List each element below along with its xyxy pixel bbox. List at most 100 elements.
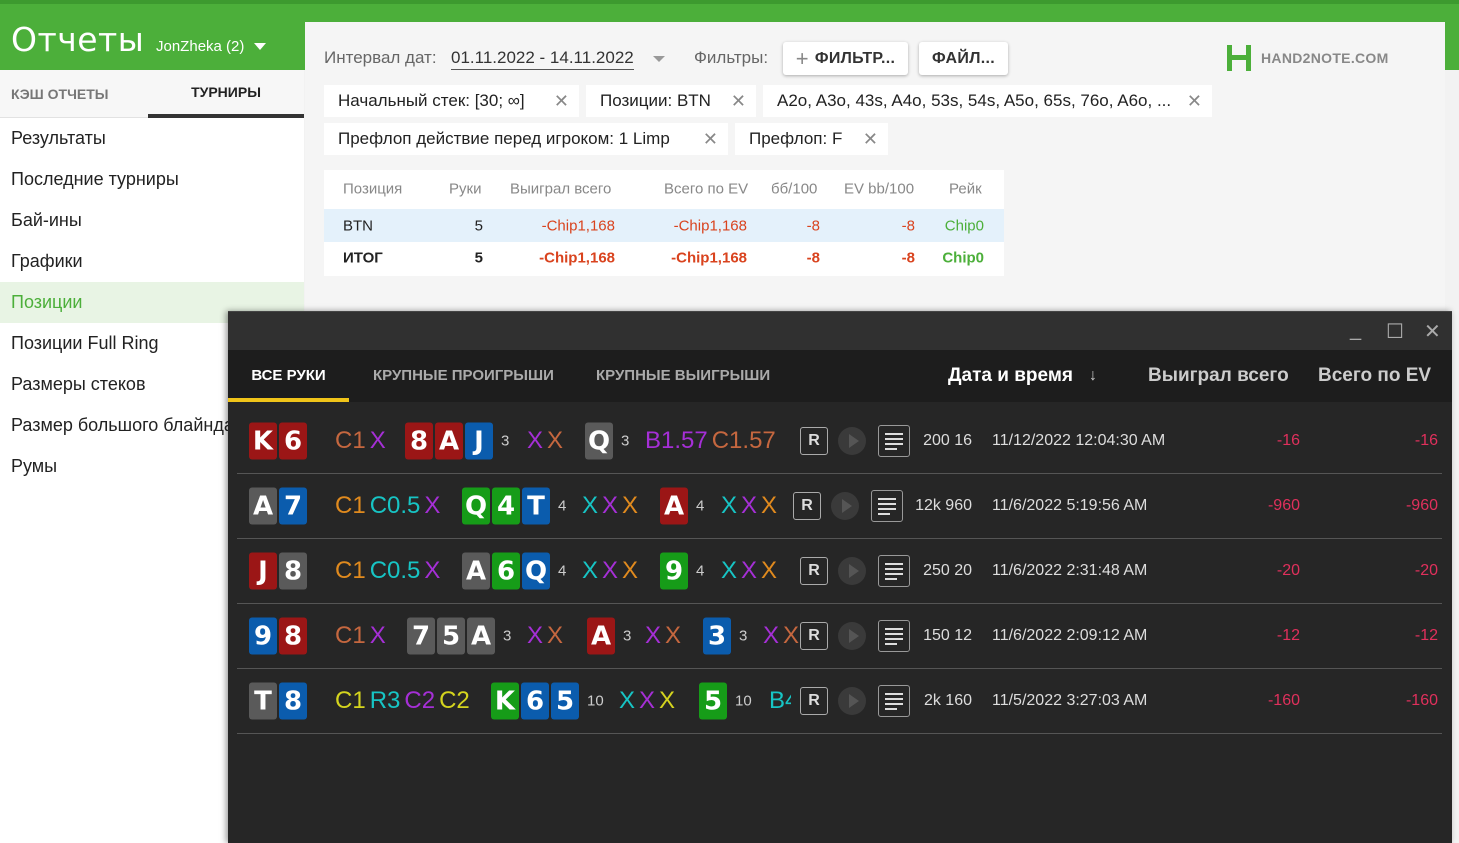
filter-chip-label: Префлоп действие перед игроком: 1 Limp: [338, 129, 670, 148]
action-token: X: [645, 622, 662, 649]
card: 8: [279, 617, 307, 655]
col-won-total[interactable]: Выиграл всего: [510, 180, 611, 197]
play-icon[interactable]: [838, 557, 866, 585]
table-row[interactable]: K 6 C1 X 8 A J 3 X X Q 3 B1.57 C1.57 R 200 16 11/12/2022…: [237, 409, 1442, 474]
date-interval-select[interactable]: 01.11.2022 - 14.11.2022: [451, 48, 634, 70]
play-triangle: [848, 564, 859, 578]
tab-tournaments[interactable]: ТУРНИРЫ: [148, 70, 304, 118]
hand-history-icon[interactable]: [878, 555, 910, 587]
minimize-icon[interactable]: _: [1350, 319, 1361, 342]
col-rake[interactable]: Рейк: [949, 180, 982, 197]
maximize-icon[interactable]: ☐: [1386, 319, 1404, 344]
logo: HAND2NOTE.COM: [1226, 44, 1389, 72]
col-position[interactable]: Позиция: [343, 180, 402, 197]
card: 5: [551, 682, 579, 720]
col-total-ev[interactable]: Всего по EV: [1318, 350, 1431, 402]
action-token: C1: [335, 557, 366, 584]
menu-item-recent-tournaments[interactable]: Последние турниры: [0, 159, 304, 200]
file-button[interactable]: ФАЙЛ...: [919, 42, 1008, 75]
turn-actions: XXX: [721, 492, 777, 520]
col-ev-bb100[interactable]: EV bb/100: [844, 180, 914, 197]
window-titlebar[interactable]: _ ☐ ✕: [228, 312, 1452, 350]
filter-chip-label: A2o, A3o, 43s, A4o, 53s, 54s, A5o, 65s, …: [777, 91, 1172, 110]
col-datetime[interactable]: Дата и время: [948, 350, 1073, 402]
table-row[interactable]: 9 8 C1 X 7 5 A 3 X X A 3 X X 3 3 X X R 150 12 11/6/2022 2:09…: [237, 604, 1442, 669]
close-icon[interactable]: ✕: [731, 91, 746, 112]
add-filter-button[interactable]: + ФИЛЬТР...: [783, 42, 908, 75]
card: A: [249, 487, 277, 525]
filter-chip-positions: Позиции: BTN ✕: [586, 85, 756, 117]
menu-item-results[interactable]: Результаты: [0, 118, 304, 159]
tab-big-wins[interactable]: КРУПНЫЕ ВЫИГРЫШИ: [596, 350, 770, 402]
card: 8: [405, 422, 433, 460]
stakes: 250 20: [923, 562, 972, 579]
play-triangle: [848, 694, 859, 708]
tab-cash-reports[interactable]: КЭШ ОТЧЕТЫ: [0, 70, 148, 118]
won-total: -20: [1276, 562, 1300, 579]
preflop-actions: C1 C0.5 X: [335, 557, 440, 585]
play-icon[interactable]: [838, 622, 866, 650]
menu-item-buyins[interactable]: Бай-ины: [0, 200, 304, 241]
card: J: [249, 552, 277, 590]
play-icon[interactable]: [838, 687, 866, 715]
total-ev: -160: [1405, 692, 1438, 709]
preflop-actions: C1 R3 C2 C2: [335, 687, 470, 715]
play-triangle: [841, 499, 852, 513]
table-row[interactable]: BTN 5 -Chip1,168 -Chip1,168 -8 -8 Chip0: [324, 209, 1004, 242]
list-line: [885, 707, 897, 710]
table-row[interactable]: T8C1R3C2C2K6510XXX510B4R2k 16011/5/2022 …: [237, 669, 1442, 734]
card: 9: [249, 617, 277, 655]
player-count: 4: [696, 562, 705, 580]
cell-bb100: -8: [806, 249, 820, 266]
action-token: C0.5: [369, 492, 421, 519]
action-token: X: [622, 557, 639, 584]
cell-rake: Chip0: [942, 249, 984, 266]
close-icon[interactable]: ✕: [863, 129, 878, 150]
action-token: X: [761, 492, 778, 519]
card: 5: [437, 617, 465, 655]
cell-ev-bb100: -8: [901, 249, 915, 266]
chevron-down-icon[interactable]: [653, 56, 665, 62]
cell-total-ev: -Chip1,168: [671, 249, 747, 266]
cell-position: BTN: [343, 217, 373, 234]
tab-big-losses[interactable]: КРУПНЫЕ ПРОИГРЫШИ: [373, 350, 554, 402]
replay-r-button[interactable]: R: [800, 622, 828, 650]
hand-history-icon[interactable]: [871, 490, 903, 522]
list-line: [885, 577, 897, 580]
play-icon[interactable]: [838, 427, 866, 455]
report-tabs: КЭШ ОТЧЕТЫ ТУРНИРЫ: [0, 70, 304, 118]
list-line: [885, 632, 903, 635]
card: A: [467, 617, 495, 655]
hand-history-icon[interactable]: [878, 425, 910, 457]
user-selector[interactable]: JonZheka (2): [156, 38, 267, 55]
col-bb100[interactable]: бб/100: [771, 180, 817, 197]
replay-r-button[interactable]: R: [800, 687, 828, 715]
replay-r-button[interactable]: R: [793, 492, 821, 520]
play-icon[interactable]: [831, 492, 859, 520]
action-token: X: [619, 687, 636, 714]
action-token: C0.5: [369, 557, 421, 584]
player-count: 4: [558, 562, 567, 580]
col-hands[interactable]: Руки: [449, 180, 481, 197]
col-won-total[interactable]: Выиграл всего: [1148, 350, 1289, 402]
close-icon[interactable]: ✕: [1424, 319, 1441, 344]
replay-r-button[interactable]: R: [800, 557, 828, 585]
table-total-row: ИТОГ 5 -Chip1,168 -Chip1,168 -8 -8 Chip0: [324, 241, 1004, 274]
col-total-ev[interactable]: Всего по EV: [664, 180, 748, 197]
close-icon[interactable]: ✕: [1187, 91, 1202, 112]
hand-history-icon[interactable]: [878, 620, 910, 652]
replay-r-button[interactable]: R: [800, 427, 828, 455]
tab-all-hands[interactable]: ВСЕ РУКИ: [228, 350, 349, 402]
close-icon[interactable]: ✕: [554, 91, 569, 112]
table-row[interactable]: A 7 C1 C0.5 X Q 4 T 4 X X X A 4 X X X R 12k 960 11/6/2022 5…: [237, 474, 1442, 539]
date-time: 11/6/2022 5:19:56 AM: [992, 497, 1148, 514]
sort-desc-icon[interactable]: ↓: [1089, 350, 1097, 402]
action-token: C1: [335, 622, 366, 649]
hand-history-icon[interactable]: [878, 685, 910, 717]
close-icon[interactable]: ✕: [703, 129, 718, 150]
list-line: [878, 497, 896, 500]
filter-chip-hands: A2o, A3o, 43s, A4o, 53s, 54s, A5o, 65s, …: [763, 85, 1212, 117]
list-line: [878, 502, 896, 505]
table-row[interactable]: J 8 C1 C0.5 X A 6 Q 4 X X X 9 4 X X X R 250 20 11/6/2022 2:…: [237, 539, 1442, 604]
menu-item-graphs[interactable]: Графики: [0, 241, 304, 282]
